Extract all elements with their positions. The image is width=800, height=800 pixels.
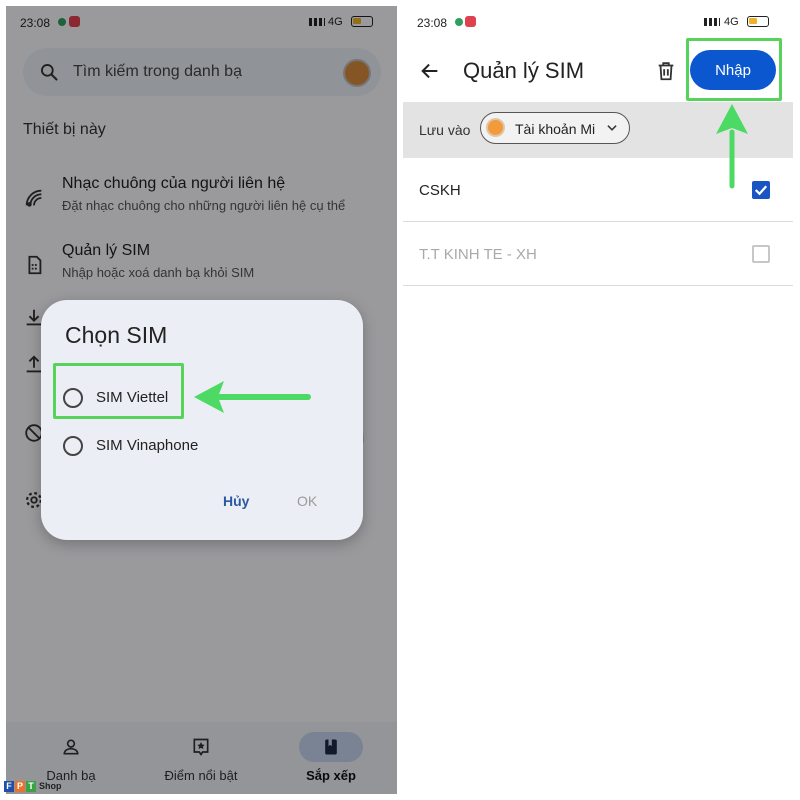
signal-icon bbox=[704, 18, 720, 26]
contact-name: T.T KINH TE - XH bbox=[419, 246, 537, 263]
checkbox-checked[interactable] bbox=[752, 181, 770, 199]
vpn-icon bbox=[455, 18, 463, 26]
status-bar: 23:08 4G bbox=[403, 6, 793, 38]
account-avatar bbox=[486, 118, 505, 137]
logo-letter: F bbox=[4, 781, 14, 792]
battery-icon bbox=[747, 16, 769, 27]
delete-icon[interactable] bbox=[655, 59, 677, 83]
logo-letter: T bbox=[26, 781, 36, 792]
status-time: 23:08 bbox=[417, 16, 448, 30]
radio-button[interactable] bbox=[63, 436, 83, 456]
account-dropdown[interactable]: Tài khoản Mi bbox=[480, 112, 630, 144]
network-type: 4G bbox=[724, 16, 739, 28]
save-to-label: Lưu vào bbox=[419, 122, 471, 138]
contact-row[interactable]: T.T KINH TE - XH bbox=[403, 222, 793, 286]
check-icon bbox=[754, 185, 768, 196]
notification-icon bbox=[465, 16, 476, 27]
checkbox-unchecked[interactable] bbox=[752, 245, 770, 263]
account-label: Tài khoản Mi bbox=[515, 121, 596, 137]
dialog-title: Chọn SIM bbox=[65, 322, 168, 348]
page-title: Quản lý SIM bbox=[463, 58, 585, 83]
cancel-button[interactable]: Hủy bbox=[223, 493, 249, 509]
chevron-down-icon bbox=[607, 125, 617, 131]
radio-sim-vinaphone[interactable]: SIM Vinaphone bbox=[61, 428, 341, 464]
radio-label: SIM Vinaphone bbox=[96, 437, 199, 454]
logo-suffix: Shop bbox=[39, 781, 62, 791]
fpt-shop-logo: F P T Shop bbox=[4, 780, 62, 796]
back-arrow-icon[interactable] bbox=[419, 60, 441, 82]
annotation-arrow-left bbox=[194, 381, 311, 413]
contact-name: CSKH bbox=[419, 182, 461, 199]
choose-sim-dialog: Chọn SIM SIM Viettel SIM Vinaphone Hủy O… bbox=[41, 300, 363, 540]
annotation-arrow-up bbox=[716, 104, 748, 189]
highlight-box-import bbox=[686, 38, 782, 101]
ok-button[interactable]: OK bbox=[297, 493, 317, 509]
logo-letter: P bbox=[15, 781, 25, 792]
highlight-box-sim-viettel bbox=[53, 363, 184, 419]
